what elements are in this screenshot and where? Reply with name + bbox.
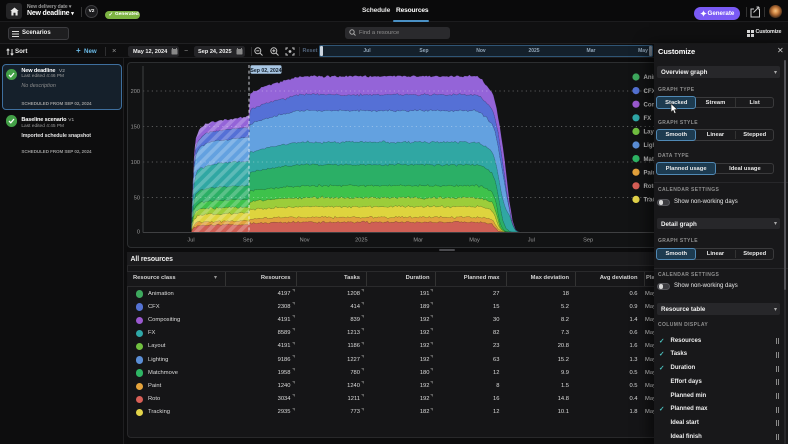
- svg-text:50: 50: [134, 196, 140, 202]
- svg-text:150: 150: [131, 125, 140, 131]
- svg-text:2025: 2025: [355, 238, 367, 244]
- svg-text:200: 200: [131, 89, 140, 95]
- svg-text:FX: FX: [644, 116, 652, 122]
- svg-text:May: May: [469, 238, 480, 244]
- svg-text:Jul: Jul: [528, 238, 535, 244]
- svg-text:Sep: Sep: [583, 238, 593, 244]
- svg-text:100: 100: [131, 160, 140, 166]
- svg-text:Nov: Nov: [300, 238, 310, 244]
- svg-text:Jul: Jul: [187, 238, 194, 244]
- svg-text:Sep 02, 2024: Sep 02, 2024: [250, 68, 281, 74]
- svg-text:Mar: Mar: [413, 238, 423, 244]
- svg-text:0: 0: [137, 229, 140, 235]
- svg-text:Sep: Sep: [243, 238, 253, 244]
